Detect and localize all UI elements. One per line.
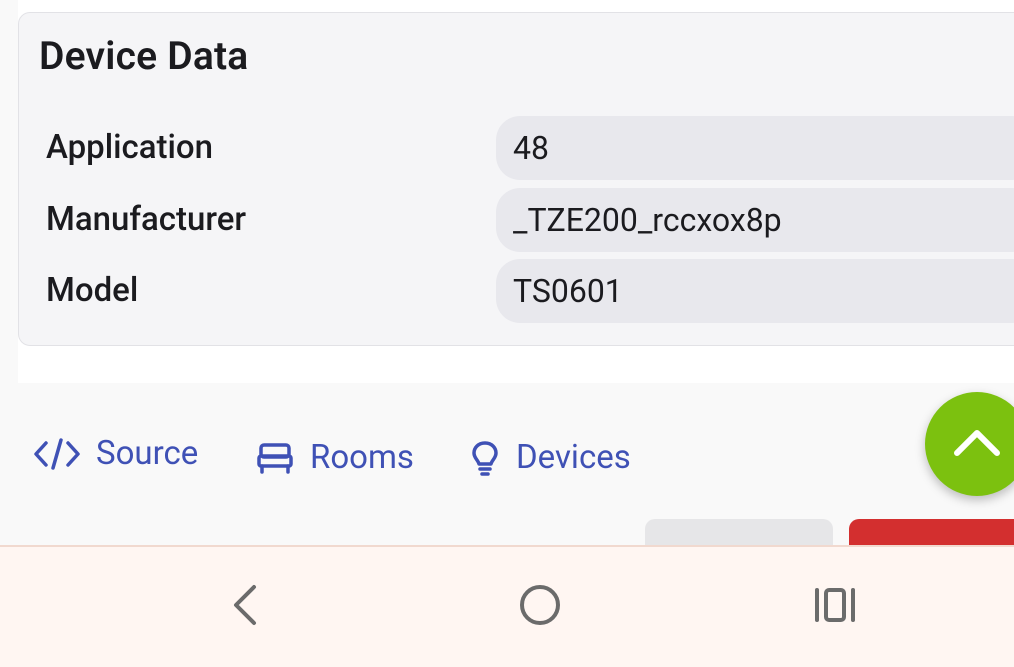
source-link-label: Source [96, 434, 199, 473]
application-value-field: 48 [496, 116, 1014, 180]
bed-icon [257, 442, 293, 474]
lightbulb-icon [470, 440, 500, 476]
home-icon [518, 583, 562, 631]
system-navigation-bar [0, 545, 1014, 667]
application-label: Application [46, 128, 214, 167]
card-title: Device Data [39, 33, 249, 79]
model-value-field: TS0601 [496, 259, 1014, 323]
device-data-card: Device Data Application 48 Manufacturer … [18, 12, 1014, 346]
code-icon [34, 437, 80, 471]
rooms-link-label: Rooms [310, 438, 414, 477]
manufacturer-value-field: _TZE200_rccxox8p [496, 188, 1014, 252]
manufacturer-label: Manufacturer [46, 200, 247, 239]
nav-back-button[interactable] [215, 547, 275, 667]
source-link[interactable]: Source [34, 434, 198, 473]
devices-link-label: Devices [516, 438, 631, 477]
scroll-to-top-button[interactable] [925, 392, 1014, 496]
chevron-up-icon [953, 427, 1001, 461]
recents-icon [813, 586, 857, 628]
nav-home-button[interactable] [510, 547, 570, 667]
model-label: Model [46, 271, 139, 310]
nav-recents-button[interactable] [805, 547, 865, 667]
back-icon [230, 583, 260, 631]
rooms-link[interactable]: Rooms [257, 438, 414, 477]
devices-link[interactable]: Devices [470, 438, 631, 477]
